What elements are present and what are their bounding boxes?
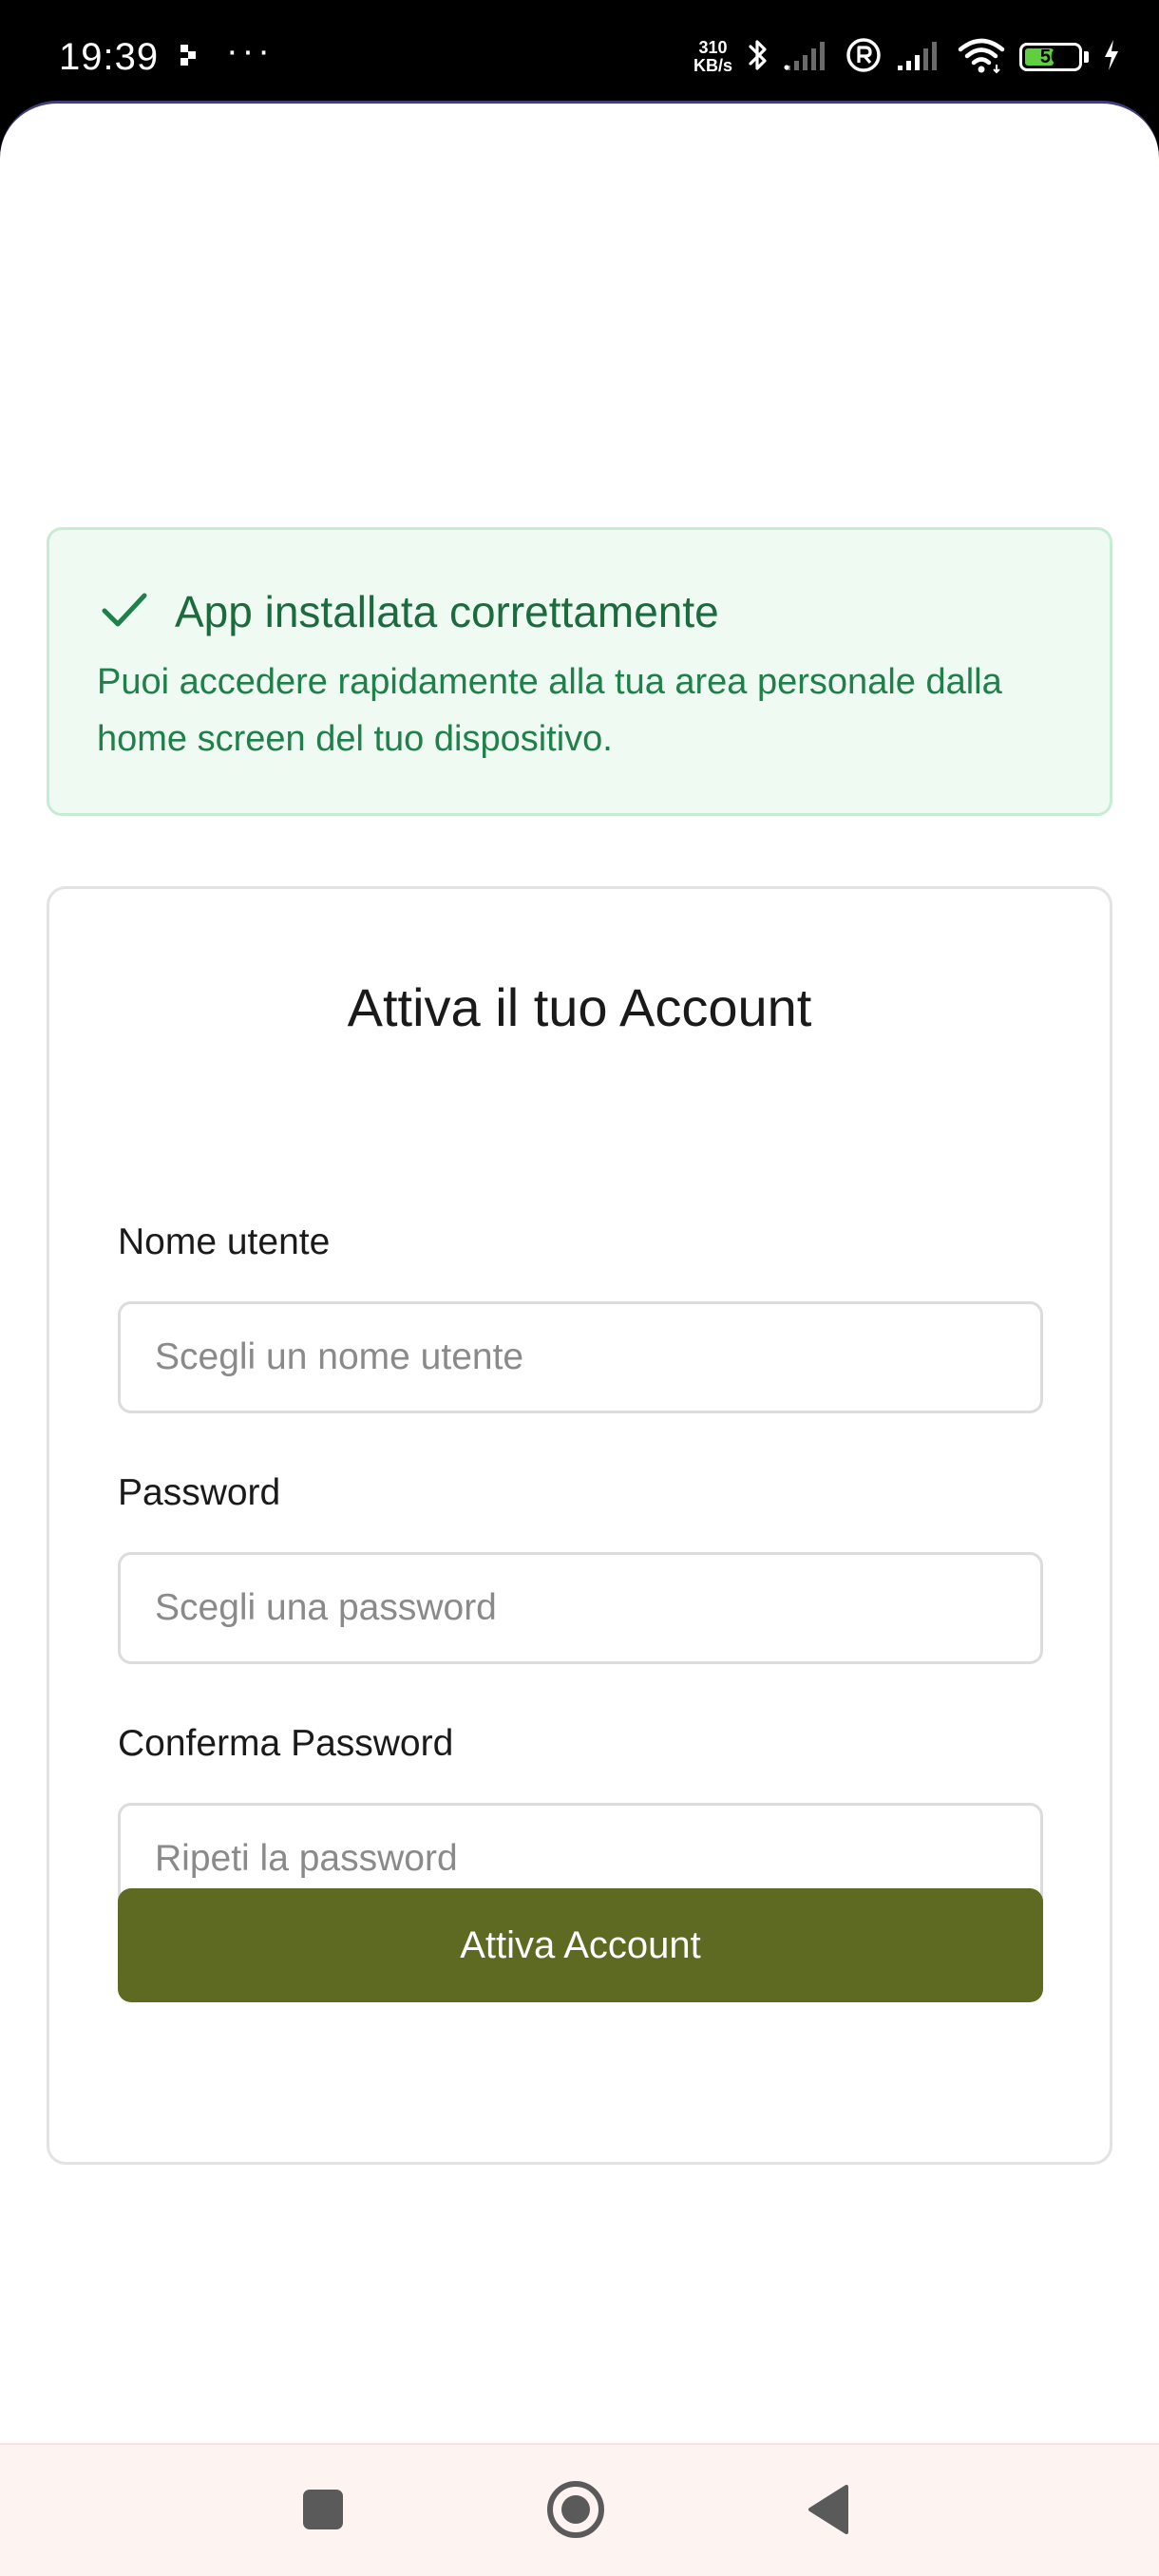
back-icon — [805, 2483, 852, 2541]
app-page: App installata correttamente Puoi accede… — [0, 101, 1159, 2443]
battery-level: 56 — [1039, 47, 1062, 67]
system-nav-bar — [0, 2443, 1159, 2576]
password-input[interactable] — [118, 1552, 1043, 1664]
network-speed-value: 310 — [698, 38, 728, 57]
status-right-icons: 310 KB/s 56 — [694, 32, 1121, 82]
activate-account-button[interactable]: Attiva Account — [118, 1888, 1043, 2002]
back-button[interactable] — [790, 2473, 866, 2549]
username-input[interactable] — [118, 1301, 1043, 1413]
recent-apps-button[interactable] — [285, 2473, 361, 2549]
signal-icon-sim2 — [896, 39, 943, 76]
form-title: Attiva il tuo Account — [347, 977, 812, 1037]
alert-message: Puoi accedere rapidamente alla tua area … — [97, 662, 1002, 759]
home-icon — [545, 2479, 606, 2545]
notification-icon — [179, 43, 201, 72]
alert-title: App installata correttamente — [175, 587, 719, 636]
confirm-password-label: Conferma Password — [118, 1723, 454, 1764]
network-speed-unit: KB/s — [693, 56, 732, 75]
install-success-alert: App installata correttamente Puoi accede… — [47, 527, 1112, 816]
wifi-icon — [957, 36, 1006, 79]
battery-cap — [1084, 51, 1089, 63]
battery-icon: 56 — [1019, 43, 1082, 71]
network-speed: 310 KB/s — [694, 39, 732, 75]
activation-form-card: Attiva il tuo Account Nome utente Passwo… — [47, 886, 1112, 2165]
charging-icon — [1102, 38, 1121, 77]
roaming-icon — [845, 36, 883, 79]
status-left-icons: ··· — [179, 31, 274, 80]
home-button[interactable] — [538, 2473, 614, 2549]
signal-icon-sim1 — [784, 39, 831, 76]
status-bar: 19:39 ··· 310 KB/s 56 — [0, 0, 1159, 104]
password-label: Password — [118, 1472, 281, 1513]
status-time: 19:39 — [59, 36, 160, 78]
username-label: Nome utente — [118, 1222, 331, 1262]
more-notifications-icon: ··· — [226, 31, 274, 71]
bluetooth-icon — [746, 36, 770, 79]
check-icon — [101, 591, 148, 634]
recent-apps-icon — [301, 2488, 345, 2536]
